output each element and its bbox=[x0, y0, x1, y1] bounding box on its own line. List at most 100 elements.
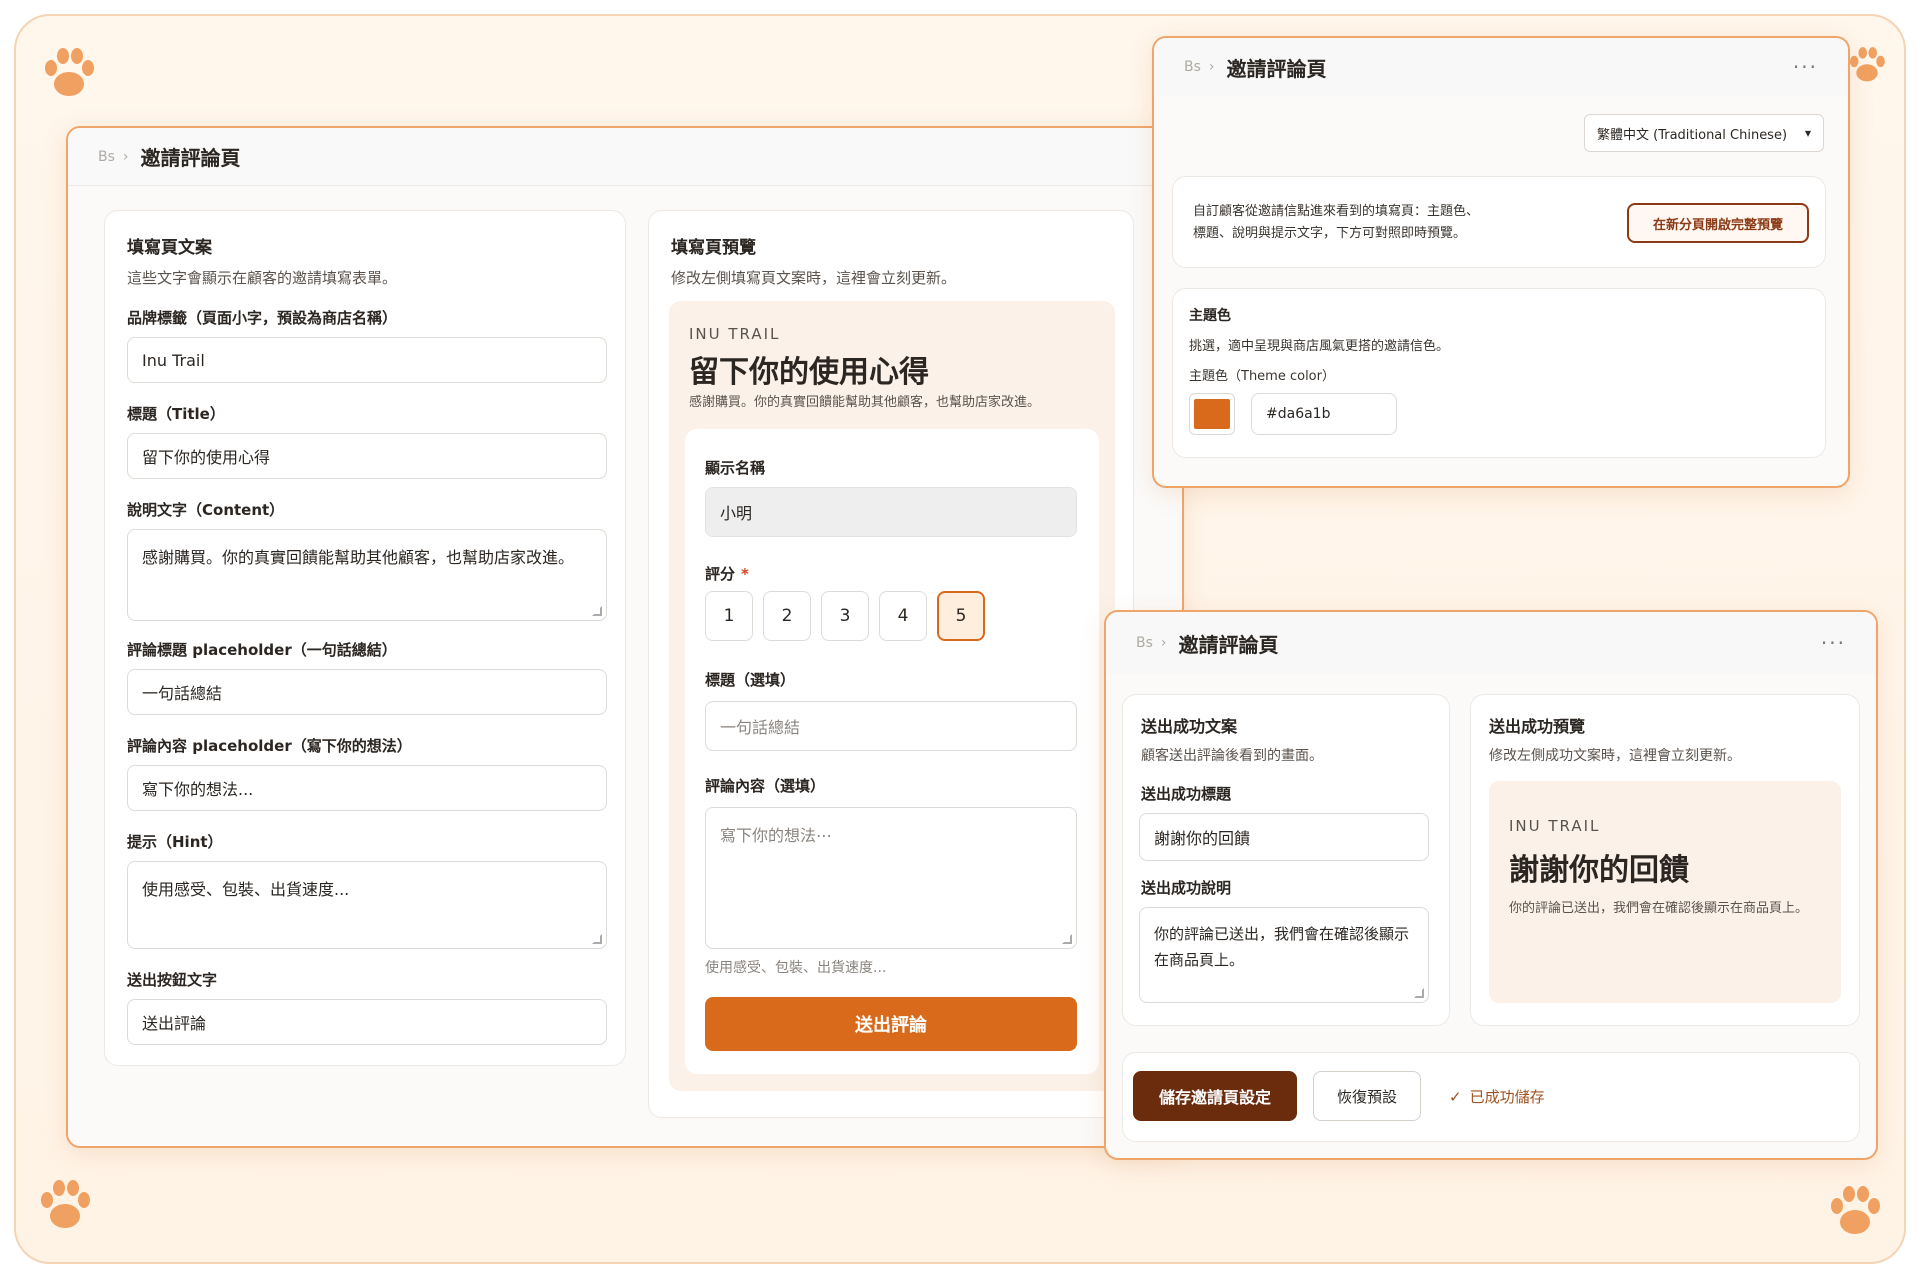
copy-card: 填寫頁文案 這些文字會顯示在顧客的邀請填寫表單。 品牌標籤（頁面小字，預設為商店… bbox=[104, 210, 626, 1066]
review-content-placeholder: 寫下你的想法⋯ bbox=[720, 826, 833, 845]
saved-status: ✓ 已成功儲存 bbox=[1449, 1087, 1545, 1107]
theme-color-card: 主題色 挑選，適中呈現與商店風氣更搭的邀請信色。 主題色（Theme color… bbox=[1172, 288, 1826, 458]
title-label: 標題（Title） bbox=[127, 405, 225, 423]
window-header: Bs › 邀請評論頁 bbox=[68, 128, 1182, 186]
brand-label: 品牌標籤（頁面小字，預設為商店名稱） bbox=[127, 309, 398, 327]
language-value: 繁體中文 (Traditional Chinese) bbox=[1597, 127, 1788, 143]
card-title: 填寫頁預覽 bbox=[671, 238, 756, 258]
form-preview: INU TRAIL 留下你的使用心得 感謝購買。你的真實回饋能幫助其他顧客，也幫… bbox=[669, 301, 1115, 1091]
page-title: 邀請評論頁 bbox=[140, 146, 241, 170]
rating-button-4[interactable]: 4 bbox=[879, 591, 927, 641]
card-description: 修改左側成功文案時，這裡會立刻更新。 bbox=[1489, 748, 1741, 764]
paw-icon bbox=[1831, 1186, 1880, 1234]
review-title-placeholder-input[interactable]: 一句話總結 bbox=[127, 669, 607, 715]
page-title: 邀請評論頁 bbox=[1178, 632, 1279, 657]
theme-color-description: 挑選，適中呈現與商店風氣更搭的邀請信色。 bbox=[1189, 339, 1450, 354]
preview-card: 填寫頁預覽 修改左側填寫頁文案時，這裡會立刻更新。 INU TRAIL 留下你的… bbox=[648, 210, 1134, 1118]
breadcrumb-icon[interactable]: Bs bbox=[1184, 59, 1201, 75]
review-content-textarea[interactable]: 寫下你的想法⋯ bbox=[705, 807, 1077, 949]
rating-button-1[interactable]: 1 bbox=[705, 591, 753, 641]
card-description: 顧客送出評論後看到的畫面。 bbox=[1141, 748, 1323, 764]
theme-color-input[interactable]: #da6a1b bbox=[1251, 393, 1397, 435]
preview-heading: 留下你的使用心得 bbox=[689, 355, 929, 390]
brand-tag: INU TRAIL bbox=[689, 325, 781, 343]
name-label: 顯示名稱 bbox=[705, 459, 766, 477]
success-title-input[interactable]: 謝謝你的回饋 bbox=[1139, 813, 1429, 861]
resize-handle-icon[interactable] bbox=[592, 606, 602, 616]
success-preview-box: INU TRAIL 謝謝你的回饋 你的評論已送出，我們會在確認後顯示在商品頁上。 bbox=[1489, 781, 1841, 1003]
actions-bar: 儲存邀請頁設定 恢復預設 ✓ 已成功儲存 bbox=[1122, 1052, 1860, 1142]
theme-color-title: 主題色 bbox=[1189, 308, 1231, 324]
theme-window: Bs › 邀請評論頁 ··· 繁體中文 (Traditional Chinese… bbox=[1152, 36, 1850, 488]
content-label: 說明文字（Content） bbox=[127, 501, 285, 519]
more-options-icon[interactable]: ··· bbox=[1821, 631, 1846, 655]
window-header: Bs › 邀請評論頁 ··· bbox=[1106, 612, 1876, 674]
hint-label: 提示（Hint） bbox=[127, 833, 223, 851]
success-heading: 謝謝你的回饋 bbox=[1509, 853, 1689, 888]
review-content-placeholder-label: 評論內容 placeholder（寫下你的想法） bbox=[127, 737, 412, 755]
hint-text: 使用感受、包裝、出貨速度... bbox=[705, 960, 887, 976]
submit-review-button[interactable]: 送出評論 bbox=[705, 997, 1077, 1051]
breadcrumb-icon[interactable]: Bs bbox=[1136, 635, 1153, 651]
info-card: 自訂顧客從邀請信點進來看到的填寫頁：主題色、 標題、說明與提示文字，下方可對照即… bbox=[1172, 176, 1826, 268]
review-form: 顯示名稱 小明 評分 * 12345 標題（選填） 一句話總結 評論內容（選填） … bbox=[685, 429, 1099, 1074]
card-description: 修改左側填寫頁文案時，這裡會立刻更新。 bbox=[671, 269, 957, 287]
review-title-placeholder-label: 評論標題 placeholder（一句話總結） bbox=[127, 641, 397, 659]
success-title-label: 送出成功標題 bbox=[1141, 785, 1232, 803]
card-description: 這些文字會顯示在顧客的邀請填寫表單。 bbox=[127, 269, 398, 287]
preview-subtext: 感謝購買。你的真實回饋能幫助其他顧客，也幫助店家改進。 bbox=[689, 395, 1041, 410]
hint-value: 使用感受、包裝、出貨速度... bbox=[142, 880, 350, 899]
resize-handle-icon[interactable] bbox=[1062, 934, 1072, 944]
main-window: Bs › 邀請評論頁 填寫頁文案 這些文字會顯示在顧客的邀請填寫表單。 品牌標籤… bbox=[66, 126, 1184, 1148]
review-title-input[interactable]: 一句話總結 bbox=[705, 701, 1077, 751]
title-input[interactable]: 留下你的使用心得 bbox=[127, 433, 607, 479]
submit-label: 送出按鈕文字 bbox=[127, 971, 218, 989]
page-title: 邀請評論頁 bbox=[1226, 56, 1327, 81]
content-value: 感謝購買。你的真實回饋能幫助其他顧客，也幫助店家改進。 bbox=[142, 548, 575, 567]
resize-handle-icon[interactable] bbox=[1414, 988, 1424, 998]
rating-button-5[interactable]: 5 bbox=[937, 591, 985, 641]
check-icon: ✓ bbox=[1449, 1087, 1462, 1106]
success-window: Bs › 邀請評論頁 ··· 送出成功文案 顧客送出評論後看到的畫面。 送出成功… bbox=[1104, 610, 1878, 1160]
name-input[interactable]: 小明 bbox=[705, 487, 1077, 537]
chevron-right-icon: › bbox=[1208, 59, 1215, 75]
more-options-icon[interactable]: ··· bbox=[1793, 55, 1818, 79]
window-header: Bs › 邀請評論頁 ··· bbox=[1154, 38, 1848, 96]
open-full-preview-button[interactable]: 在新分頁開啟完整預覽 bbox=[1627, 203, 1809, 243]
resize-handle-icon[interactable] bbox=[592, 934, 602, 944]
rating-button-3[interactable]: 3 bbox=[821, 591, 869, 641]
success-preview-card: 送出成功預覽 修改左側成功文案時，這裡會立刻更新。 INU TRAIL 謝謝你的… bbox=[1470, 694, 1860, 1026]
card-title: 送出成功文案 bbox=[1141, 717, 1238, 736]
theme-color-label: 主題色（Theme color） bbox=[1189, 369, 1335, 384]
save-settings-button[interactable]: 儲存邀請頁設定 bbox=[1133, 1071, 1297, 1121]
success-description-textarea[interactable]: 你的評論已送出，我們會在確認後顯示在商品頁上。 bbox=[1139, 907, 1429, 1003]
success-body: 你的評論已送出，我們會在確認後顯示在商品頁上。 bbox=[1509, 901, 1809, 916]
rating-label: 評分 * bbox=[705, 565, 749, 583]
required-mark: * bbox=[741, 565, 749, 583]
color-swatch[interactable] bbox=[1189, 393, 1235, 435]
paw-icon bbox=[41, 1180, 90, 1228]
success-description-label: 送出成功說明 bbox=[1141, 879, 1232, 897]
paw-icon bbox=[45, 48, 94, 96]
chevron-right-icon: › bbox=[1160, 635, 1167, 651]
reset-default-button[interactable]: 恢復預設 bbox=[1313, 1071, 1421, 1121]
content-textarea[interactable]: 感謝購買。你的真實回饋能幫助其他顧客，也幫助店家改進。 bbox=[127, 529, 607, 621]
rating-group: 12345 bbox=[705, 591, 985, 641]
hint-textarea[interactable]: 使用感受、包裝、出貨速度... bbox=[127, 861, 607, 949]
card-title: 填寫頁文案 bbox=[127, 238, 212, 258]
submit-input[interactable]: 送出評論 bbox=[127, 999, 607, 1045]
card-title: 送出成功預覽 bbox=[1489, 717, 1586, 736]
success-description-value: 你的評論已送出，我們會在確認後顯示在商品頁上。 bbox=[1154, 925, 1410, 969]
brand-input[interactable]: Inu Trail bbox=[127, 337, 607, 383]
chevron-down-icon: ▾ bbox=[1804, 126, 1811, 140]
chevron-right-icon: › bbox=[122, 148, 129, 165]
rating-button-2[interactable]: 2 bbox=[763, 591, 811, 641]
review-content-placeholder-input[interactable]: 寫下你的想法... bbox=[127, 765, 607, 811]
language-select[interactable]: 繁體中文 (Traditional Chinese) ▾ bbox=[1584, 114, 1824, 152]
success-copy-card: 送出成功文案 顧客送出評論後看到的畫面。 送出成功標題 謝謝你的回饋 送出成功說… bbox=[1122, 694, 1450, 1026]
breadcrumb-icon[interactable]: Bs bbox=[98, 149, 115, 165]
review-title-label: 標題（選填） bbox=[705, 671, 796, 689]
brand-tag: INU TRAIL bbox=[1509, 817, 1601, 835]
info-text: 自訂顧客從邀請信點進來看到的填寫頁：主題色、 標題、說明與提示文字，下方可對照即… bbox=[1193, 204, 1480, 242]
review-content-label: 評論內容（選填） bbox=[705, 777, 826, 795]
